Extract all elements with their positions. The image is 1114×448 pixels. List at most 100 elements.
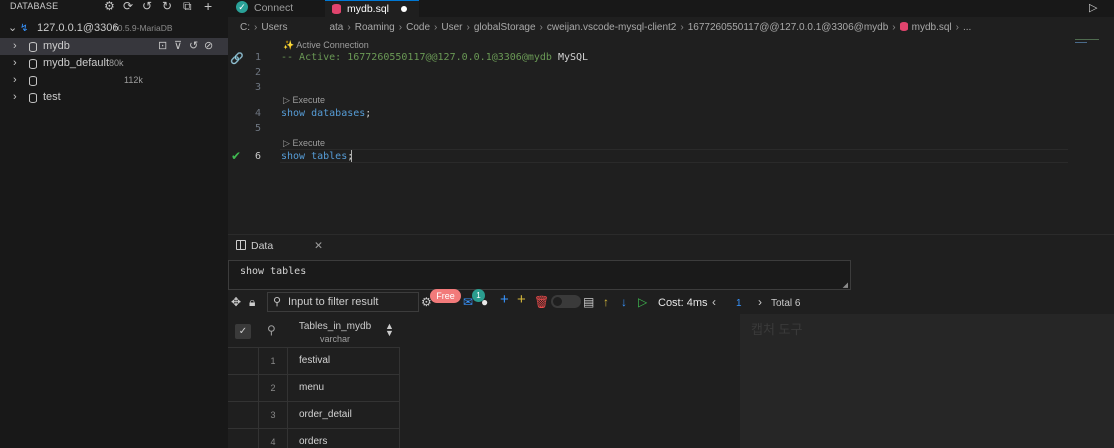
cell-value[interactable]: menu: [288, 375, 400, 401]
database-item-unnamed[interactable]: › 112k: [0, 72, 228, 89]
breadcrumb-item[interactable]: globalStorage: [474, 22, 536, 33]
next-page-icon[interactable]: ›: [758, 295, 762, 309]
chevron-right-icon[interactable]: ›: [13, 38, 17, 55]
codelens-label: Execute: [292, 95, 325, 105]
table-row[interactable]: 4 orders: [228, 428, 400, 448]
minimap[interactable]: [1073, 38, 1105, 44]
panel-tab-data[interactable]: Data ✕: [236, 240, 323, 252]
line-number: 3: [254, 82, 261, 93]
move-icon[interactable]: ✥: [231, 295, 241, 309]
row-number: 3: [259, 402, 288, 428]
codelens-active-connection[interactable]: ✨ Active Connection: [283, 40, 369, 51]
play-icon: ▷: [283, 95, 290, 105]
collapse-all-icon[interactable]: ⧉: [183, 0, 192, 13]
delete-icon[interactable]: ⊘: [204, 38, 213, 55]
tab-label: Connect: [254, 2, 294, 14]
filter-icon[interactable]: ⊽: [174, 38, 182, 55]
tab-mydb-sql[interactable]: mydb.sql: [325, 0, 419, 17]
total-count: Total 6: [771, 298, 801, 309]
unsaved-dot-icon[interactable]: [401, 6, 407, 12]
select-all-checkbox[interactable]: ✓: [235, 324, 251, 339]
code-editor[interactable]: [228, 37, 1114, 233]
cell-value[interactable]: orders: [288, 429, 400, 448]
history-icon[interactable]: ↺: [142, 0, 152, 13]
chevron-right-icon: ›: [398, 22, 403, 33]
free-badge[interactable]: Free: [430, 289, 461, 303]
trash-icon[interactable]: 🗑︎: [534, 295, 549, 309]
settings-icon[interactable]: ⚙: [104, 0, 115, 13]
chevron-right-icon[interactable]: ›: [13, 72, 17, 89]
comment-icon[interactable]: ▤: [583, 295, 594, 309]
resize-handle-icon[interactable]: ◢: [843, 281, 848, 289]
toggle-switch[interactable]: [551, 295, 581, 308]
query-textarea[interactable]: ◢: [228, 260, 851, 290]
connection-item[interactable]: ⌄ ↯ 127.0.0.1@3306 10.5.9-MariaDB: [0, 20, 228, 37]
close-icon[interactable]: ✕: [314, 240, 323, 252]
breadcrumb-item[interactable]: ...: [963, 22, 971, 33]
breadcrumb-item[interactable]: Code: [406, 22, 430, 33]
tab-connect[interactable]: ✓ Connect: [228, 0, 325, 17]
panel-layout-icon: [236, 240, 246, 250]
row-select-cell[interactable]: [228, 402, 259, 428]
cell-value[interactable]: festival: [288, 348, 400, 374]
add-row-icon[interactable]: +: [500, 292, 509, 307]
tab-label: mydb.sql: [347, 3, 390, 15]
arrow-up-icon[interactable]: ↑: [603, 295, 609, 309]
add-connection-icon[interactable]: +: [204, 0, 212, 13]
breadcrumb-item[interactable]: ata: [329, 22, 343, 33]
chevron-down-icon[interactable]: ⌄: [8, 20, 17, 37]
breadcrumb-item[interactable]: mydb.sql: [912, 22, 952, 33]
sidebar-header: DATABASE ⚙ ⟳ ↺ ↻ ⧉ +: [0, 0, 228, 14]
codelens-execute[interactable]: ▷ Execute: [283, 95, 325, 106]
database-item-mydb-default[interactable]: › mydb_default 80k: [0, 55, 228, 72]
codelens-execute[interactable]: ▷ Execute: [283, 138, 325, 149]
insert-icon[interactable]: +: [517, 292, 526, 307]
row-number: 2: [259, 375, 288, 401]
database-size: 80k: [109, 58, 124, 68]
breadcrumb-item[interactable]: Users: [261, 22, 287, 33]
chevron-right-icon[interactable]: ›: [13, 55, 17, 72]
database-item-test[interactable]: › test: [0, 89, 228, 106]
column-header[interactable]: Tables_in_mydb: [290, 321, 380, 332]
lock-icon[interactable]: 🔒︎: [249, 295, 255, 309]
chevron-right-icon[interactable]: ›: [13, 89, 17, 106]
table-row[interactable]: 2 menu: [228, 374, 400, 401]
codelens-label: Execute: [292, 138, 325, 148]
table-row[interactable]: 1 festival: [228, 347, 400, 374]
table-row[interactable]: 3 order_detail: [228, 401, 400, 428]
sql-comment: -- Active: 1677260550117@@127.0.0.1@3306…: [281, 52, 552, 63]
filter-input[interactable]: [288, 295, 416, 309]
database-item-mydb[interactable]: › mydb ⊡ ⊽ ↺ ⊘: [0, 38, 228, 55]
chevron-right-icon: ›: [955, 22, 959, 33]
breadcrumb-item[interactable]: cweijan.vscode-mysql-client2: [547, 22, 677, 33]
refresh-icon[interactable]: ⟳: [123, 0, 133, 13]
breadcrumb-item[interactable]: User: [441, 22, 462, 33]
open-terminal-icon[interactable]: ⊡: [158, 38, 167, 55]
database-sidebar: DATABASE ⚙ ⟳ ↺ ↻ ⧉ + ⌄ ↯ 127.0.0.1@3306 …: [0, 0, 228, 448]
cell-value[interactable]: order_detail: [288, 402, 400, 428]
row-number: 4: [259, 429, 288, 448]
check-circle-icon: ✓: [236, 1, 248, 13]
run-icon[interactable]: ▷: [1089, 1, 1097, 14]
reload-icon[interactable]: ↻: [162, 0, 172, 13]
current-line-highlight: [280, 149, 1068, 163]
row-select-cell[interactable]: [228, 429, 259, 448]
sort-icon[interactable]: ▲ ▼: [385, 322, 394, 338]
run-query-icon[interactable]: ▷: [638, 295, 647, 309]
text-cursor: [351, 150, 352, 162]
breadcrumb-item[interactable]: 1677260550117@@127.0.0.1@3306@mydb: [688, 22, 889, 33]
breadcrumb-item[interactable]: Roaming: [355, 22, 395, 33]
breadcrumb-item[interactable]: C:: [240, 22, 250, 33]
code-line-6: show tables;: [281, 151, 353, 162]
sql-statement: show databases: [281, 108, 366, 119]
history-icon[interactable]: ↺: [189, 38, 198, 55]
arrow-down-icon[interactable]: ↓: [621, 295, 627, 309]
search-icon[interactable]: ⚲: [267, 323, 276, 337]
row-select-cell[interactable]: [228, 375, 259, 401]
prev-page-icon[interactable]: ‹: [712, 295, 716, 309]
line-number: 5: [254, 123, 261, 134]
page-number[interactable]: 1: [736, 298, 742, 309]
executed-check-icon: ✔: [231, 149, 242, 163]
filter-box[interactable]: ⚲: [267, 292, 419, 312]
row-select-cell[interactable]: [228, 348, 259, 374]
